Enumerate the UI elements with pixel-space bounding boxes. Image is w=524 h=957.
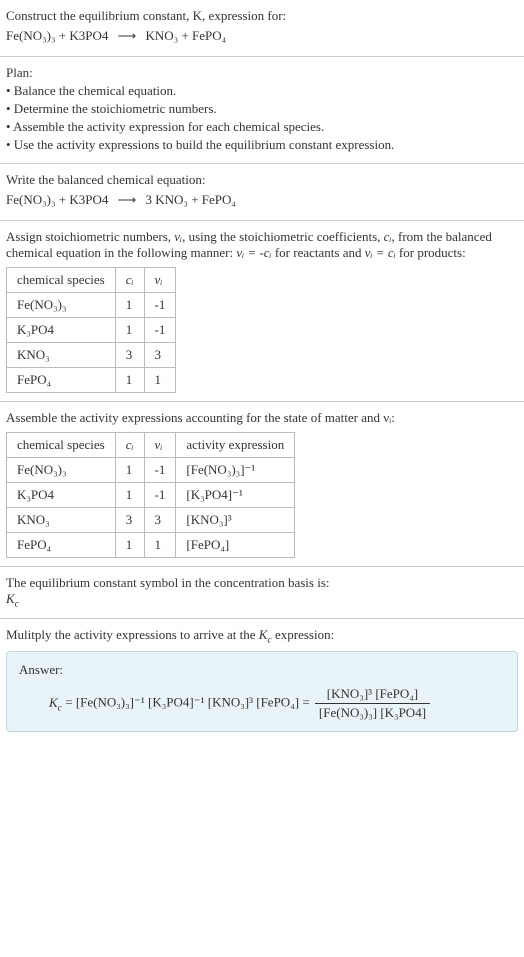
- cell: 1: [144, 533, 176, 558]
- cell: KNO₃: [7, 343, 116, 368]
- stoich-table: chemical species cᵢ νᵢ Fe(NO₃)₃ 1 -1 K₃P…: [6, 267, 176, 393]
- cell: Fe(NO₃)₃: [7, 458, 116, 483]
- species: K3PO4: [69, 192, 108, 207]
- col-header: cᵢ: [115, 268, 144, 293]
- equals: =: [302, 695, 313, 710]
- term: [K₃PO4]⁻¹: [148, 695, 204, 710]
- table-row: KNO₃ 3 3 [KNO₃]³: [7, 508, 295, 533]
- col-header: cᵢ: [115, 433, 144, 458]
- plan-title: Plan:: [6, 65, 518, 81]
- plan-item: • Use the activity expressions to build …: [6, 137, 518, 153]
- plan-item: • Assemble the activity expression for e…: [6, 119, 518, 135]
- plus: +: [59, 28, 66, 43]
- cell: 1: [115, 368, 144, 393]
- multiply-section: Mulitply the activity expressions to arr…: [0, 619, 524, 741]
- table-row: KNO₃ 3 3: [7, 343, 176, 368]
- activity-table: chemical species cᵢ νᵢ activity expressi…: [6, 432, 295, 558]
- cell: -1: [144, 293, 176, 318]
- cell: -1: [144, 483, 176, 508]
- table-header-row: chemical species cᵢ νᵢ activity expressi…: [7, 433, 295, 458]
- cell: 3: [115, 343, 144, 368]
- cell: 3: [144, 508, 176, 533]
- col-header: activity expression: [176, 433, 295, 458]
- cell: -1: [144, 458, 176, 483]
- table-row: Fe(NO₃)₃ 1 -1 [Fe(NO₃)₃]⁻¹: [7, 458, 295, 483]
- term: [KNO₃]³: [208, 695, 253, 710]
- table-row: FePO₄ 1 1 [FePO₄]: [7, 533, 295, 558]
- cell: [FePO₄]: [176, 533, 295, 558]
- unbalanced-equation: Fe(NO₃)₃ + K3PO4 ⟶ KNO₃ + FePO₄: [6, 28, 518, 44]
- cell: 3: [144, 343, 176, 368]
- cell: 1: [115, 318, 144, 343]
- term: [FePO₄]: [256, 695, 299, 710]
- species: KNO₃: [155, 192, 188, 207]
- cell: FePO₄: [7, 368, 116, 393]
- plan-item: • Determine the stoichiometric numbers.: [6, 101, 518, 117]
- denominator: [Fe(NO₃)₃] [K₃PO4]: [315, 704, 430, 721]
- col-header: chemical species: [7, 268, 116, 293]
- cell: 3: [115, 508, 144, 533]
- coef: 3: [146, 192, 153, 207]
- species: FePO₄: [192, 28, 226, 43]
- stoich-section: Assign stoichiometric numbers, νᵢ, using…: [0, 221, 524, 402]
- cell: KNO₃: [7, 508, 116, 533]
- answer-box: Answer: Kc = [Fe(NO₃)₃]⁻¹ [K₃PO4]⁻¹ [KNO…: [6, 651, 518, 732]
- table-row: Fe(NO₃)₃ 1 -1: [7, 293, 176, 318]
- species: Fe(NO₃)₃: [6, 192, 56, 207]
- plus: +: [59, 192, 66, 207]
- cell: FePO₄: [7, 533, 116, 558]
- cell: -1: [144, 318, 176, 343]
- activity-section: Assemble the activity expressions accoun…: [0, 402, 524, 567]
- species: KNO₃: [146, 28, 179, 43]
- prompt-text: Construct the equilibrium constant, K, e…: [6, 8, 518, 24]
- table-row: K₃PO4 1 -1 [K₃PO4]⁻¹: [7, 483, 295, 508]
- cell: 1: [115, 458, 144, 483]
- cell: Fe(NO₃)₃: [7, 293, 116, 318]
- arrow-icon: ⟶: [118, 28, 137, 44]
- cell: [K₃PO4]⁻¹: [176, 483, 295, 508]
- fraction: [KNO₃]³ [FePO₄] [Fe(NO₃)₃] [K₃PO4]: [315, 686, 430, 721]
- cell: K₃PO4: [7, 483, 116, 508]
- species: Fe(NO₃)₃: [6, 28, 56, 43]
- plan-section: Plan: • Balance the chemical equation. •…: [0, 57, 524, 164]
- col-header: νᵢ: [144, 433, 176, 458]
- cell: [Fe(NO₃)₃]⁻¹: [176, 458, 295, 483]
- kc: Kc: [49, 695, 62, 710]
- plan-item: • Balance the chemical equation.: [6, 83, 518, 99]
- plus: +: [181, 28, 188, 43]
- activity-intro: Assemble the activity expressions accoun…: [6, 410, 518, 426]
- species: K3PO4: [69, 28, 108, 43]
- col-header: νᵢ: [144, 268, 176, 293]
- cell: 1: [115, 293, 144, 318]
- term: [Fe(NO₃)₃]⁻¹: [76, 695, 145, 710]
- prompt: Construct the equilibrium constant, K, e…: [6, 8, 286, 23]
- plus: +: [191, 192, 198, 207]
- cell: K₃PO4: [7, 318, 116, 343]
- equals: =: [65, 695, 76, 710]
- header-section: Construct the equilibrium constant, K, e…: [0, 0, 524, 57]
- col-header: chemical species: [7, 433, 116, 458]
- arrow-icon: ⟶: [118, 192, 137, 208]
- balanced-section: Write the balanced chemical equation: Fe…: [0, 164, 524, 221]
- cell: 1: [115, 533, 144, 558]
- stoich-intro: Assign stoichiometric numbers, νᵢ, using…: [6, 229, 518, 261]
- kc-symbol: Kc: [6, 591, 518, 610]
- cell: [KNO₃]³: [176, 508, 295, 533]
- table-row: K₃PO4 1 -1: [7, 318, 176, 343]
- balanced-title: Write the balanced chemical equation:: [6, 172, 518, 188]
- symbol-section: The equilibrium constant symbol in the c…: [0, 567, 524, 619]
- cell: 1: [115, 483, 144, 508]
- table-header-row: chemical species cᵢ νᵢ: [7, 268, 176, 293]
- kc-equation: Kc = [Fe(NO₃)₃]⁻¹ [K₃PO4]⁻¹ [KNO₃]³ [FeP…: [19, 686, 505, 721]
- symbol-text: The equilibrium constant symbol in the c…: [6, 575, 518, 591]
- cell: 1: [144, 368, 176, 393]
- balanced-equation: Fe(NO₃)₃ + K3PO4 ⟶ 3 KNO₃ + FePO₄: [6, 192, 518, 208]
- multiply-intro: Mulitply the activity expressions to arr…: [6, 627, 518, 646]
- answer-label: Answer:: [19, 662, 505, 678]
- numerator: [KNO₃]³ [FePO₄]: [315, 686, 430, 704]
- table-row: FePO₄ 1 1: [7, 368, 176, 393]
- species: FePO₄: [202, 192, 236, 207]
